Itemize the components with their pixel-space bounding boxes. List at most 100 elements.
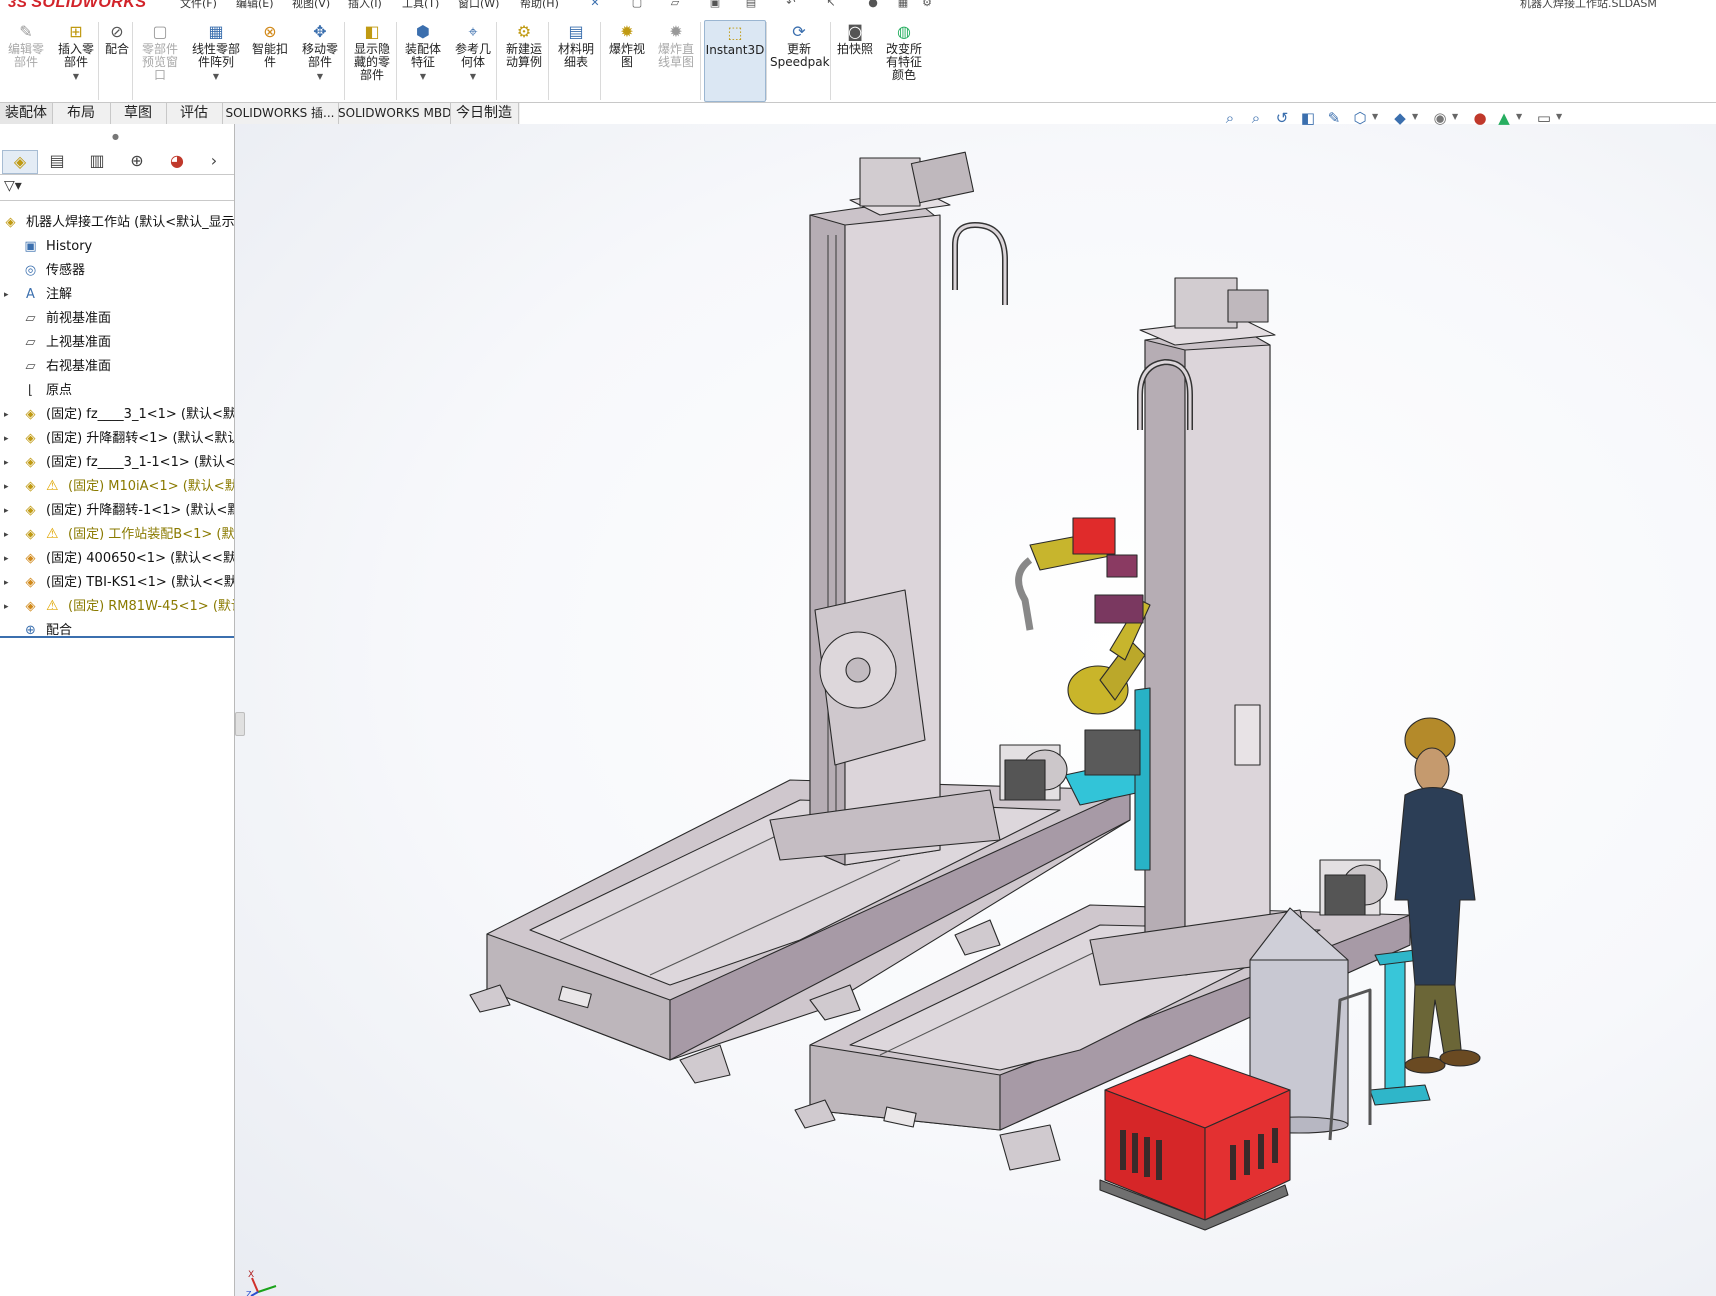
expand-arrow-icon[interactable]: ▸ <box>4 572 9 594</box>
expand-arrow-icon[interactable]: ▸ <box>4 284 9 306</box>
left-lift-column[interactable] <box>769 151 1008 866</box>
tree-item[interactable]: ⊕ 配合 <box>0 620 234 642</box>
expand-arrow-icon[interactable]: ▸ <box>4 500 9 522</box>
print-icon[interactable]: ▤ <box>744 0 758 9</box>
tab-2[interactable]: 草图 <box>110 103 167 124</box>
more-tabs-chevron-icon[interactable]: › <box>204 150 224 172</box>
new-document-icon[interactable]: ▢ <box>630 0 644 9</box>
tree-item[interactable]: ▣ History <box>0 236 234 258</box>
tree-item[interactable]: ▸ ◈ ⚠ (固定) 工作站装配B<1> (默 <box>0 524 234 546</box>
snapshot-button[interactable]: ◙ 拍快照 <box>834 20 876 100</box>
open-document-icon[interactable]: ▱ <box>668 0 682 9</box>
assembly-feature-button[interactable]: ⬢ 装配体 特征 ▼ <box>400 20 446 100</box>
expand-arrow-icon[interactable]: ▸ <box>4 548 9 570</box>
exploded-view-button[interactable]: ✹ 爆炸视 图 <box>604 20 650 100</box>
component-preview-button[interactable]: ▢ 零部件 预览窗 口 <box>136 20 184 100</box>
left-positioner-motor[interactable] <box>999 744 1068 801</box>
tree-item[interactable]: ▸ ◈ (固定) fz____3_1-1<1> (默认< <box>0 452 234 474</box>
assembly-model-view[interactable] <box>235 124 1716 1296</box>
tree-item[interactable]: ▸ ◈ ⚠ (固定) RM81W-45<1> (默认 <box>0 596 234 618</box>
expand-arrow-icon[interactable]: ▸ <box>4 596 9 618</box>
tree-item[interactable]: ⌊ 原点 <box>0 380 234 402</box>
previous-view-icon[interactable]: ↺ <box>1272 108 1292 128</box>
menu-item[interactable]: 帮助(H) <box>520 0 559 11</box>
right-positioner-motor[interactable] <box>1319 859 1388 916</box>
undo-icon[interactable]: ↶ <box>784 0 798 9</box>
view-settings-dropdown[interactable]: ▼ <box>1556 112 1562 121</box>
pin-icon[interactable]: ✕ <box>588 0 602 9</box>
tree-item[interactable]: ◎ 传感器 <box>0 260 234 282</box>
expand-arrow-icon[interactable]: ▸ <box>4 452 9 474</box>
apply-scene-dropdown[interactable]: ▼ <box>1516 112 1522 121</box>
expand-arrow-icon[interactable]: ▸ <box>4 476 9 498</box>
mate-button[interactable]: ⊘ 配合 <box>102 20 132 100</box>
dimxpert-manager-tab-icon[interactable]: ⊕ <box>120 150 154 172</box>
show-hidden-button[interactable]: ◧ 显示隐 藏的零 部件 <box>348 20 396 100</box>
tree-item[interactable]: ▸ ◈ (固定) 升降翻转-1<1> (默认<默 <box>0 500 234 522</box>
tree-item[interactable]: ▱ 前视基准面 <box>0 308 234 330</box>
reference-geometry-button[interactable]: ⌖ 参考几 何体 ▼ <box>450 20 496 100</box>
tree-item[interactable]: ▱ 上视基准面 <box>0 332 234 354</box>
feature-manager-tab-icon[interactable]: ◈ <box>2 150 38 174</box>
menu-item[interactable]: 窗口(W) <box>458 0 499 11</box>
view-orientation-dropdown[interactable]: ▼ <box>1372 112 1378 121</box>
expand-arrow-icon[interactable]: ▸ <box>4 428 9 450</box>
tree-item[interactable]: ▸ ◈ (固定) fz____3_1<1> (默认<默 <box>0 404 234 426</box>
tab-4[interactable]: SOLIDWORKS 插... <box>222 103 339 124</box>
rebuild-icon[interactable]: ● <box>866 0 880 9</box>
tab-5[interactable]: SOLIDWORKS MBD <box>338 103 451 124</box>
move-component-button[interactable]: ✥ 移动零 部件 ▼ <box>296 20 344 100</box>
edit-appearance-icon[interactable]: ● <box>1470 108 1490 128</box>
bom-button[interactable]: ▤ 材料明 细表 <box>552 20 600 100</box>
dropdown-arrow-icon[interactable]: ▼ <box>188 70 244 83</box>
panel-splitter-handle[interactable] <box>235 712 245 736</box>
property-manager-tab-icon[interactable]: ▤ <box>40 150 74 172</box>
menu-item[interactable]: 插入(I) <box>348 0 382 11</box>
linear-pattern-button[interactable]: ▦ 线性零部 件阵列 ▼ <box>188 20 244 100</box>
insert-component-button[interactable]: ⊞ 插入零 部件 ▼ <box>52 20 100 100</box>
configuration-manager-tab-icon[interactable]: ▥ <box>80 150 114 172</box>
solidworks-logo[interactable]: 3S SOLIDWORKS <box>8 0 147 12</box>
menu-item[interactable]: 视图(V) <box>292 0 330 11</box>
select-cursor-icon[interactable]: ↖ <box>824 0 838 9</box>
welding-power-source[interactable] <box>1099 1054 1291 1231</box>
save-icon[interactable]: ▣ <box>708 0 722 9</box>
display-manager-tab-icon[interactable]: ◕ <box>160 150 194 172</box>
tree-item[interactable]: ▸ ◈ (固定) 升降翻转<1> (默认<默认 <box>0 428 234 450</box>
options-gear-icon[interactable]: ⚙ <box>920 0 934 9</box>
tree-item[interactable]: ▸ A 注解 <box>0 284 234 306</box>
explode-line-button[interactable]: ✹ 爆炸直 线草图 <box>652 20 700 100</box>
zoom-to-area-icon[interactable]: ⌕ <box>1246 108 1266 128</box>
instant3d-button[interactable]: ⬚ Instant3D <box>704 20 766 102</box>
view-settings-icon[interactable]: ▭ <box>1534 108 1554 128</box>
file-properties-icon[interactable]: ▦ <box>896 0 910 9</box>
dynamic-annotation-icon[interactable]: ✎ <box>1324 108 1344 128</box>
rollback-bar[interactable] <box>0 636 234 638</box>
dropdown-arrow-icon[interactable]: ▼ <box>400 70 446 83</box>
section-view-icon[interactable]: ◧ <box>1298 108 1318 128</box>
expand-arrow-icon[interactable]: ▸ <box>4 524 9 546</box>
dropdown-arrow-icon[interactable]: ▼ <box>450 70 496 83</box>
edit-component-button[interactable]: ✎ 编辑零 部件 <box>2 20 50 100</box>
menu-item[interactable]: 编辑(E) <box>236 0 274 11</box>
view-orientation-icon[interactable]: ⬡ <box>1350 108 1370 128</box>
tree-root-assembly[interactable]: ◈ 机器人焊接工作站 (默认<默认_显示 <box>0 212 235 234</box>
display-style-icon[interactable]: ◆ <box>1390 108 1410 128</box>
motion-study-button[interactable]: ⚙ 新建运 动算例 <box>500 20 548 100</box>
tab-1[interactable]: 布局 <box>52 103 111 124</box>
tab-6[interactable]: 今日制造 <box>450 103 519 124</box>
display-style-dropdown[interactable]: ▼ <box>1412 112 1418 121</box>
welding-robot[interactable] <box>1015 517 1151 776</box>
tree-item[interactable]: ▱ 右视基准面 <box>0 356 234 378</box>
filter-icon[interactable]: ▽▾ <box>4 178 22 194</box>
dropdown-arrow-icon[interactable]: ▼ <box>296 70 344 83</box>
smart-fastener-button[interactable]: ⊗ 智能扣 件 <box>248 20 292 100</box>
tree-item[interactable]: ▸ ◈ (固定) TBI-KS1<1> (默认<<默认 <box>0 572 234 594</box>
tab-3[interactable]: 评估 <box>166 103 223 124</box>
apply-scene-icon[interactable]: ▲ <box>1494 108 1514 128</box>
speedpak-button[interactable]: ⟳ 更新 Speedpak <box>770 20 830 100</box>
operator-human-figure[interactable] <box>1394 717 1481 1074</box>
graphics-area[interactable]: X Z <box>235 124 1716 1296</box>
feature-color-button[interactable]: ◍ 改变所 有特征 颜色 <box>880 20 928 100</box>
zoom-to-fit-icon[interactable]: ⌕ <box>1220 108 1240 128</box>
